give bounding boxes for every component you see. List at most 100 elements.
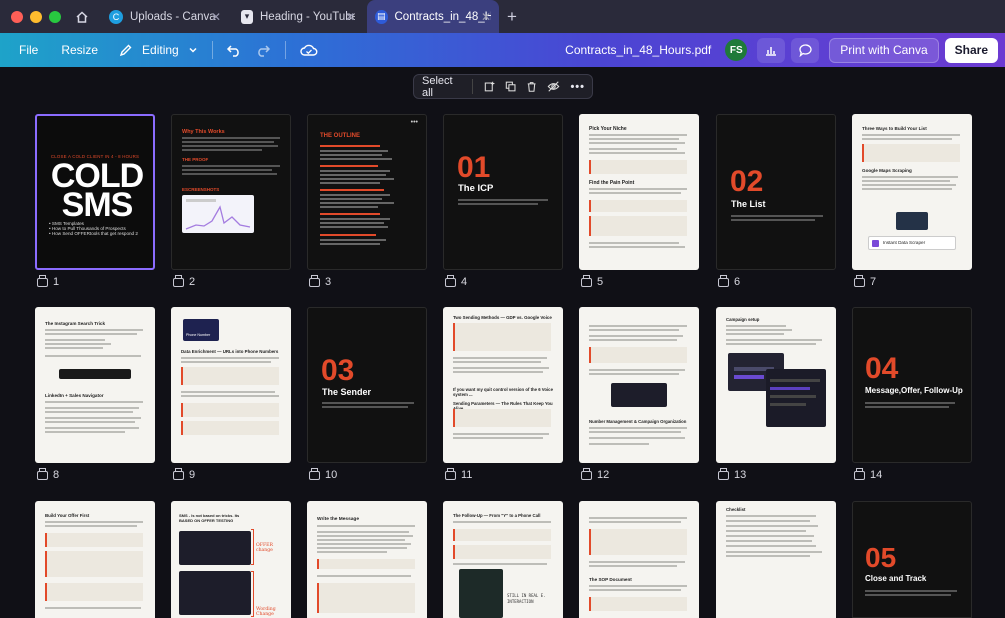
page-thumbnail-7[interactable]: Three Ways to Build Your List Google Map… (852, 114, 972, 270)
chevron-down-icon (189, 47, 197, 53)
text-line (182, 165, 280, 167)
screenshot-image (459, 569, 503, 618)
duplicate-icon[interactable] (505, 80, 516, 93)
page-thumbnail-12[interactable]: Number Management & Campaign Organizatio… (579, 307, 699, 463)
toolbar-divider (284, 41, 286, 59)
page-thumbnail-3[interactable]: ••• THE OUTLINE (307, 114, 427, 270)
page-thumbnail-15[interactable]: Build Your Offer First (35, 501, 155, 618)
text-line (862, 180, 950, 182)
home-icon[interactable] (69, 4, 95, 30)
callout-box (181, 403, 279, 417)
offer-change-note: OFFER change (256, 543, 273, 553)
text-line (589, 517, 687, 519)
text-line (865, 590, 957, 592)
text-line (453, 361, 541, 363)
ui-bar (770, 395, 816, 398)
page-number-5: 5 (581, 274, 603, 288)
chapter-title: Close and Track (865, 574, 927, 583)
page-thumbnail-18[interactable]: The Follow-Up — From "Y" to a Phone Call… (443, 501, 563, 618)
print-with-canva-button[interactable]: Print with Canva (829, 37, 939, 63)
text-line (589, 565, 677, 567)
page-thumbnail-8[interactable]: The Instagram Search Trick LinkedIn + Sa… (35, 307, 155, 463)
browser-tab-bar: C Uploads - Canva ✕ ▾ Heading - YouTube … (0, 0, 1005, 33)
ui-bar (734, 375, 764, 379)
more-options-icon[interactable]: ••• (570, 81, 585, 93)
callout-box (589, 200, 687, 212)
text-line (45, 339, 105, 341)
page-thumbnail-2[interactable]: Why This Works THE PROOF ESCREENSHOTS (171, 114, 291, 270)
youtube-heading-icon: ▾ (241, 9, 253, 24)
tab-contracts-pdf[interactable]: ▤ Contracts_in_48_H... ✕ (367, 0, 499, 33)
page8-heading: The Instagram Search Trick (45, 321, 105, 326)
page-thumbnail-16[interactable]: SMS - Is not based on tricks. Its BASED … (171, 501, 291, 618)
resize-button[interactable]: Resize (61, 43, 98, 57)
text-line (181, 391, 275, 393)
page16-heading: SMS - Is not based on tricks. Its BASED … (179, 513, 240, 523)
text-line (726, 551, 822, 553)
minimize-window-button[interactable] (30, 10, 42, 23)
page-thumbnail-14[interactable]: 04 Message,Offer, Follow-Up (852, 307, 972, 463)
page-thumbnail-13[interactable]: Campaign setup (716, 307, 836, 463)
tab-close-icon[interactable]: ✕ (345, 10, 355, 24)
page-number-8: 8 (37, 467, 59, 481)
page-thumbnail-4[interactable]: 01 The ICP (443, 114, 563, 270)
file-menu[interactable]: File (19, 43, 38, 57)
printer-icon (581, 274, 592, 287)
undo-icon[interactable] (226, 43, 242, 57)
page-thumbnail-21[interactable]: 05 Close and Track (852, 501, 972, 618)
document-title[interactable]: Contracts_in_48_Hours.pdf (565, 43, 711, 57)
tab-uploads-canva[interactable]: C Uploads - Canva ✕ (101, 0, 229, 33)
page-thumbnail-6[interactable]: 02 The List (716, 114, 836, 270)
tab-close-icon[interactable]: ✕ (481, 10, 491, 24)
text-line (181, 395, 279, 397)
select-all-button[interactable]: Select all (422, 75, 461, 99)
editing-mode-dropdown[interactable]: Editing (119, 43, 198, 57)
page-thumbnail-11[interactable]: Two Sending Methods — GDP vs. Google Voi… (443, 307, 563, 463)
text-line (865, 402, 955, 404)
text-line (182, 145, 278, 147)
page18-heading: The Follow-Up — From "Y" to a Phone Call (453, 513, 541, 518)
user-avatar[interactable]: FS (725, 39, 748, 61)
text-line (726, 329, 792, 331)
page-thumbnail-5[interactable]: Pick Your Niche Find the Pain Point (579, 114, 699, 270)
page-more-icon[interactable]: ••• (411, 119, 418, 126)
text-line (317, 525, 415, 527)
page-thumbnail-19[interactable]: The SOP Document (579, 501, 699, 618)
tab-heading-youtube[interactable]: ▾ Heading - YouTube ... ✕ (233, 0, 363, 33)
page-thumbnail-10[interactable]: 03 The Sender (307, 307, 427, 463)
new-tab-plus-icon[interactable]: + (507, 7, 517, 27)
text-line (45, 417, 141, 419)
share-button[interactable]: Share (944, 37, 998, 63)
text-line (322, 402, 414, 404)
page11-quote: If you want my quit control version of t… (453, 387, 553, 397)
page-number-3: 3 (309, 274, 331, 288)
page2-screenshots-heading: ESCREENSHOTS (182, 187, 220, 192)
maximize-window-button[interactable] (49, 10, 61, 23)
text-line (45, 421, 135, 423)
chapter-title: Message,Offer, Follow-Up (865, 386, 963, 395)
page-number-10: 10 (309, 467, 337, 481)
cloud-save-icon[interactable] (300, 43, 318, 57)
page2-subheading: THE PROOF (182, 157, 209, 162)
page-thumbnail-17[interactable]: Write the Message (307, 501, 427, 618)
page-thumbnail-9[interactable]: Phone Number Data Enrichment — URLs into… (171, 307, 291, 463)
close-window-button[interactable] (11, 10, 23, 23)
tab-close-icon[interactable]: ✕ (211, 10, 221, 24)
printer-icon (173, 274, 184, 287)
callout-box (45, 551, 143, 577)
trash-icon[interactable] (526, 80, 537, 93)
hide-eye-icon[interactable] (547, 80, 560, 93)
redo-icon[interactable] (255, 43, 271, 57)
text-line (726, 545, 816, 547)
page-thumbnail-1[interactable]: CLOSE A COLD CLIENT IN 4 - 8 HOURS COLD … (35, 114, 155, 270)
page-thumbnail-20[interactable]: Checklist (716, 501, 836, 618)
page1-bullet: • How Send OFFERtools that get respond 2 (49, 231, 138, 236)
text-line (726, 555, 810, 557)
ui-bar (770, 387, 810, 390)
text-line (317, 575, 411, 577)
add-page-icon[interactable] (484, 80, 495, 93)
insights-chart-icon[interactable] (757, 37, 786, 63)
comment-icon[interactable] (791, 37, 820, 63)
text-line (320, 206, 378, 208)
editing-label: Editing (142, 43, 179, 57)
